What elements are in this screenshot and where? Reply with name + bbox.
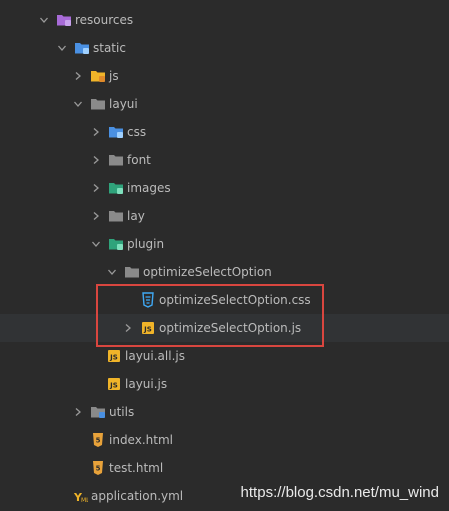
tree-item-label: images	[127, 181, 171, 195]
tree-item-label: css	[127, 125, 147, 139]
watermark: https://blog.csdn.net/mu_wind	[240, 484, 439, 501]
svg-text:JS: JS	[109, 382, 118, 390]
no-chevron	[88, 378, 100, 390]
js-file-icon: JS	[106, 348, 122, 364]
css-file-icon	[140, 292, 156, 308]
utils-folder-icon	[90, 404, 106, 420]
tree-item-test-html[interactable]: 5 test.html	[0, 454, 449, 482]
tree-item-label: application.yml	[91, 489, 184, 503]
svg-text:JS: JS	[109, 354, 118, 362]
svg-text:ML: ML	[81, 497, 88, 504]
chevron-right-icon[interactable]	[72, 406, 84, 418]
tree-item-optimizeselectoption-js[interactable]: JS optimizeSelectOption.js	[0, 314, 449, 342]
chevron-right-icon[interactable]	[90, 154, 102, 166]
tree-item-label: utils	[109, 405, 135, 419]
project-tree: resources static js layui css font image…	[0, 0, 449, 511]
chevron-right-icon[interactable]	[90, 126, 102, 138]
tree-item-lay[interactable]: lay	[0, 202, 449, 230]
js-folder-icon	[90, 68, 106, 84]
html-file-icon: 5	[90, 460, 106, 476]
tree-item-label: index.html	[109, 433, 173, 447]
tree-item-label: layui.all.js	[125, 349, 185, 363]
no-chevron	[72, 434, 84, 446]
chevron-right-icon[interactable]	[72, 70, 84, 82]
js-file-icon: JS	[106, 376, 122, 392]
js-file-icon: JS	[140, 320, 156, 336]
tree-item-label: test.html	[109, 461, 164, 475]
tree-item-layui-all-js[interactable]: JS layui.all.js	[0, 342, 449, 370]
yml-file-icon: Y ML	[72, 488, 90, 504]
tree-item-images[interactable]: images	[0, 174, 449, 202]
tree-item-optimizeselectoption[interactable]: optimizeSelectOption	[0, 258, 449, 286]
tree-item-optimizeselectoption-css[interactable]: optimizeSelectOption.css	[0, 286, 449, 314]
tree-item-css[interactable]: css	[0, 118, 449, 146]
tree-item-js[interactable]: js	[0, 62, 449, 90]
tree-item-label: static	[93, 41, 126, 55]
static-folder-icon	[74, 40, 90, 56]
tree-item-label: lay	[127, 209, 145, 223]
tree-item-resources[interactable]: resources	[0, 6, 449, 34]
tree-item-font[interactable]: font	[0, 146, 449, 174]
tree-item-index-html[interactable]: 5 index.html	[0, 426, 449, 454]
images-folder-icon	[108, 180, 124, 196]
no-chevron	[54, 490, 66, 502]
folder-icon	[108, 208, 124, 224]
tree-item-label: plugin	[127, 237, 165, 251]
tree-item-utils[interactable]: utils	[0, 398, 449, 426]
tree-item-label: layui.js	[125, 377, 168, 391]
tree-item-layui-js[interactable]: JS layui.js	[0, 370, 449, 398]
tree-item-layui[interactable]: layui	[0, 90, 449, 118]
tree-item-label: resources	[75, 13, 134, 27]
resources-folder-icon	[56, 12, 72, 28]
folder-icon	[90, 96, 106, 112]
svg-text:JS: JS	[143, 326, 152, 334]
css-folder-icon	[108, 124, 124, 140]
svg-text:5: 5	[96, 437, 101, 445]
folder-icon	[124, 264, 140, 280]
chevron-right-icon[interactable]	[122, 322, 134, 334]
tree-item-label: js	[109, 69, 119, 83]
tree-item-label: optimizeSelectOption.css	[159, 293, 311, 307]
tree-item-label: font	[127, 153, 151, 167]
chevron-down-icon[interactable]	[38, 14, 50, 26]
chevron-down-icon[interactable]	[90, 238, 102, 250]
tree-item-label: optimizeSelectOption.js	[159, 321, 302, 335]
no-chevron	[72, 462, 84, 474]
html-file-icon: 5	[90, 432, 106, 448]
tree-item-plugin[interactable]: plugin	[0, 230, 449, 258]
plugin-folder-icon	[108, 236, 124, 252]
chevron-right-icon[interactable]	[90, 182, 102, 194]
no-chevron	[122, 294, 134, 306]
no-chevron	[88, 350, 100, 362]
chevron-down-icon[interactable]	[56, 42, 68, 54]
chevron-right-icon[interactable]	[90, 210, 102, 222]
tree-item-label: optimizeSelectOption	[143, 265, 272, 279]
tree-item-label: layui	[109, 97, 138, 111]
svg-text:5: 5	[96, 465, 101, 473]
chevron-down-icon[interactable]	[106, 266, 118, 278]
font-folder-icon	[108, 152, 124, 168]
chevron-down-icon[interactable]	[72, 98, 84, 110]
tree-item-static[interactable]: static	[0, 34, 449, 62]
